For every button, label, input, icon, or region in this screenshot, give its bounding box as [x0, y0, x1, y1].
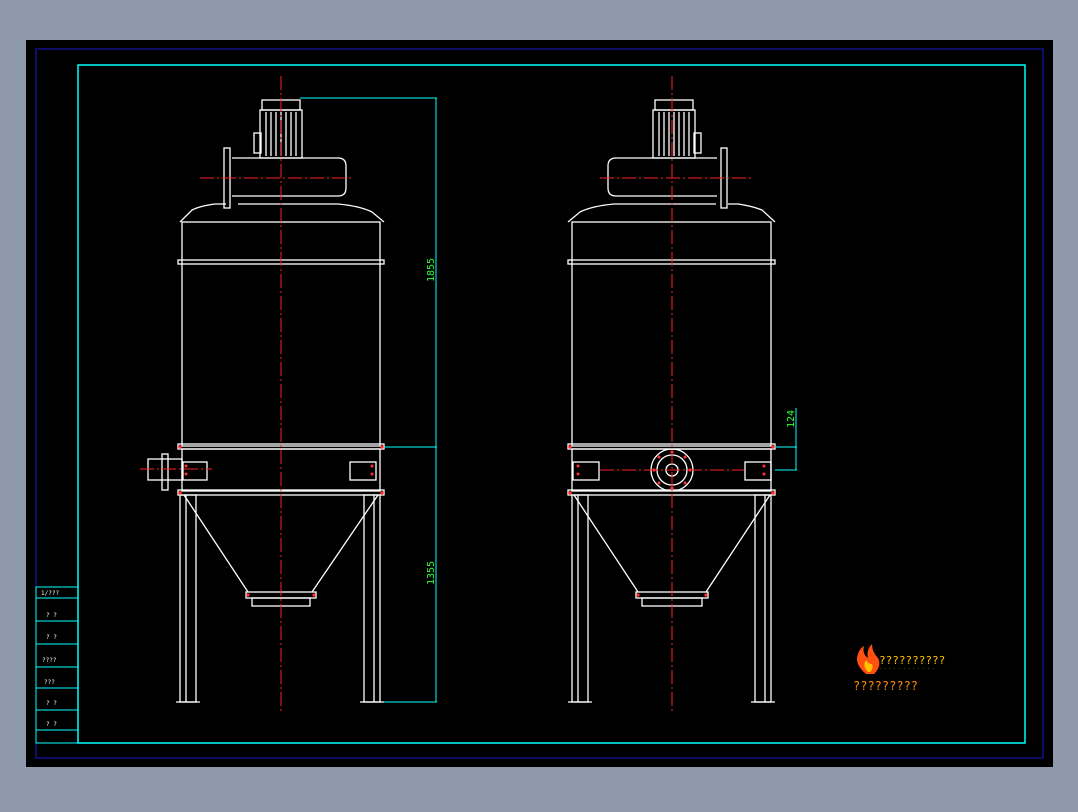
- title-row-5: ???: [44, 679, 55, 686]
- cad-viewport: 1/??? ? ? ? ? ???? ??? ? ? ? ? 1855 1355…: [0, 0, 1078, 808]
- dimension-1355: 1355: [426, 561, 437, 585]
- dimension-124: 124: [786, 410, 797, 428]
- title-row-6: ? ?: [46, 700, 57, 707]
- title-row-2: ? ?: [46, 612, 57, 619]
- logo-line-2: · · · · · · · · · · · ·: [879, 666, 934, 671]
- title-row-7: ? ?: [46, 721, 57, 728]
- title-row-3: ? ?: [46, 634, 57, 641]
- title-row-1: 1/???: [41, 590, 59, 597]
- cad-drawing-canvas: 1/??? ? ? ? ? ???? ??? ? ? ? ? 1855 1355…: [26, 40, 1053, 767]
- logo-line-3: ?????????: [853, 679, 918, 693]
- dimension-1855: 1855: [426, 258, 437, 282]
- title-row-4: ????: [42, 657, 57, 664]
